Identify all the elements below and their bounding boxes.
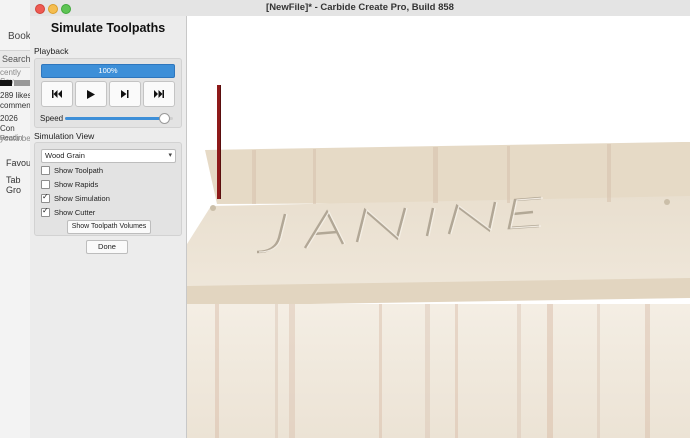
checkbox-show-simulation-box[interactable] xyxy=(41,192,50,203)
playback-label: Playback xyxy=(34,46,69,56)
done-button[interactable]: Done xyxy=(86,240,128,254)
view-mode-value: Wood Grain xyxy=(45,151,85,160)
speed-slider-fill xyxy=(65,117,165,120)
fast-forward-icon xyxy=(154,90,164,98)
step-forward-button[interactable] xyxy=(109,81,141,107)
play-icon xyxy=(87,89,95,99)
rewind-button[interactable] xyxy=(41,81,73,107)
speed-slider-handle[interactable] xyxy=(159,113,171,124)
checkbox-show-cutter-box[interactable] xyxy=(41,206,50,217)
show-toolpath-volumes-button[interactable]: Show Toolpath Volumes xyxy=(67,220,151,234)
simulation-progress-bar: 100% xyxy=(41,64,175,78)
pocket-corner-right xyxy=(664,199,670,205)
checkbox-show-rapids-box[interactable] xyxy=(41,180,50,189)
stock-back-wall xyxy=(205,142,690,204)
stock-front-face xyxy=(187,304,690,438)
checkbox-label: Show Rapids xyxy=(54,180,99,189)
workpiece-render xyxy=(187,85,690,438)
checkbox-label: Show Simulation xyxy=(54,194,110,203)
fast-forward-button[interactable] xyxy=(143,81,175,107)
app-window: [NewFile]* - Carbide Create Pro, Build 8… xyxy=(30,0,690,438)
step-forward-icon xyxy=(121,90,129,98)
play-button[interactable] xyxy=(75,81,107,107)
pocket-corner-left xyxy=(210,205,216,211)
skip-back-icon xyxy=(52,90,62,98)
reading-list-label: Readin xyxy=(0,135,23,142)
chevron-down-icon: ▾ xyxy=(168,152,172,159)
panel-title: Simulate Toolpaths xyxy=(50,21,166,35)
checkbox-show-rapids[interactable]: Show Rapids xyxy=(41,179,98,190)
cutter-tool-shade xyxy=(220,85,221,199)
speed-slider[interactable] xyxy=(65,113,173,124)
bookmarks-label: Book xyxy=(8,31,31,42)
checkbox-show-toolpath[interactable]: Show Toolpath xyxy=(41,165,103,176)
simulation-viewport[interactable] xyxy=(187,16,690,438)
simulation-view-label: Simulation View xyxy=(34,131,95,141)
media-thumbnail xyxy=(0,80,12,86)
simulate-toolpaths-panel: Simulate Toolpaths Playback 100% Speed S… xyxy=(30,16,187,438)
playback-group: 100% Speed xyxy=(34,58,182,128)
speed-label: Speed xyxy=(40,114,64,123)
pocket-floor xyxy=(187,196,690,292)
title-bar: [NewFile]* - Carbide Create Pro, Build 8… xyxy=(30,0,690,17)
simulation-view-group: Wood Grain ▾ Show Toolpath Show Rapids S… xyxy=(34,142,182,236)
checkbox-show-toolpath-box[interactable] xyxy=(41,166,50,175)
checkbox-label: Show Cutter xyxy=(54,208,96,217)
window-title: [NewFile]* - Carbide Create Pro, Build 8… xyxy=(266,2,454,13)
view-mode-select[interactable]: Wood Grain ▾ xyxy=(41,149,176,163)
checkbox-show-simulation[interactable]: Show Simulation xyxy=(41,192,110,204)
video-title: 2026 Con xyxy=(0,114,18,133)
checkbox-show-cutter[interactable]: Show Cutter xyxy=(41,206,96,218)
checkbox-label: Show Toolpath xyxy=(54,166,104,175)
